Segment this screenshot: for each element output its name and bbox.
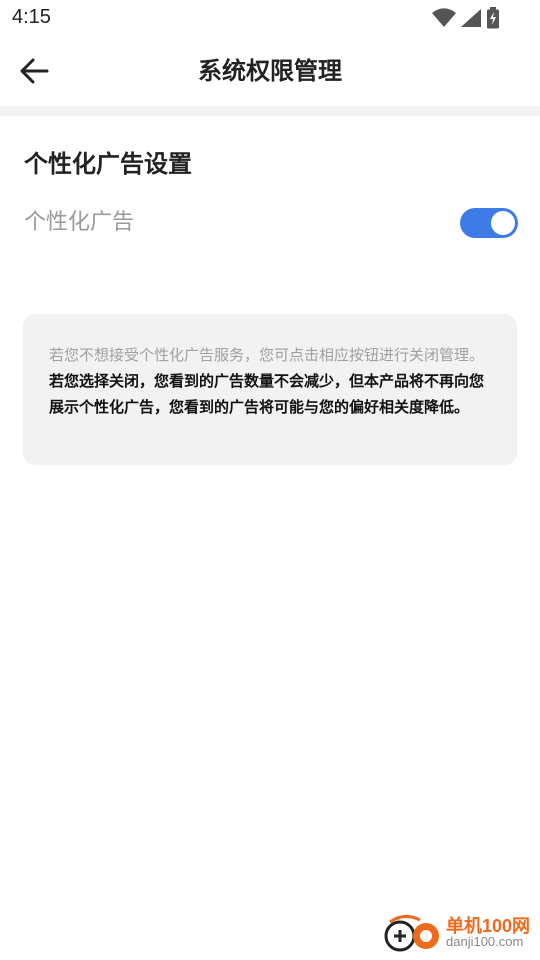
section-title: 个性化广告设置 — [24, 150, 192, 178]
watermark: 单机100网 danji100.com — [384, 912, 534, 956]
info-card: 若您不想接受个性化广告服务，您可点击相应按钮进行关闭管理。若您选择关闭，您看到的… — [23, 314, 517, 465]
personalized-ad-toggle[interactable] — [460, 208, 518, 238]
personalized-ad-label: 个性化广告 — [24, 210, 135, 235]
status-time: 4:15 — [12, 6, 51, 28]
header-divider — [0, 106, 540, 116]
wifi-icon — [432, 8, 456, 28]
signal-icon — [460, 8, 482, 28]
app-bar: 系统权限管理 — [0, 36, 540, 106]
page-title: 系统权限管理 — [198, 57, 342, 85]
watermark-logo-icon — [384, 915, 439, 952]
status-icons — [432, 6, 500, 30]
info-text-normal: 若您不想接受个性化广告服务，您可点击相应按钮进行关闭管理。 — [49, 346, 485, 364]
status-bar: 4:15 — [0, 0, 540, 36]
watermark-url: danji100.com — [446, 934, 524, 949]
info-text-bold: 若您选择关闭，您看到的广告数量不会减少，但本产品将不再向您展示个性化广告，您看到… — [49, 372, 485, 416]
battery-icon — [486, 7, 500, 29]
toggle-knob — [491, 211, 515, 235]
personalized-ad-setting-row: 个性化广告 — [24, 204, 518, 242]
